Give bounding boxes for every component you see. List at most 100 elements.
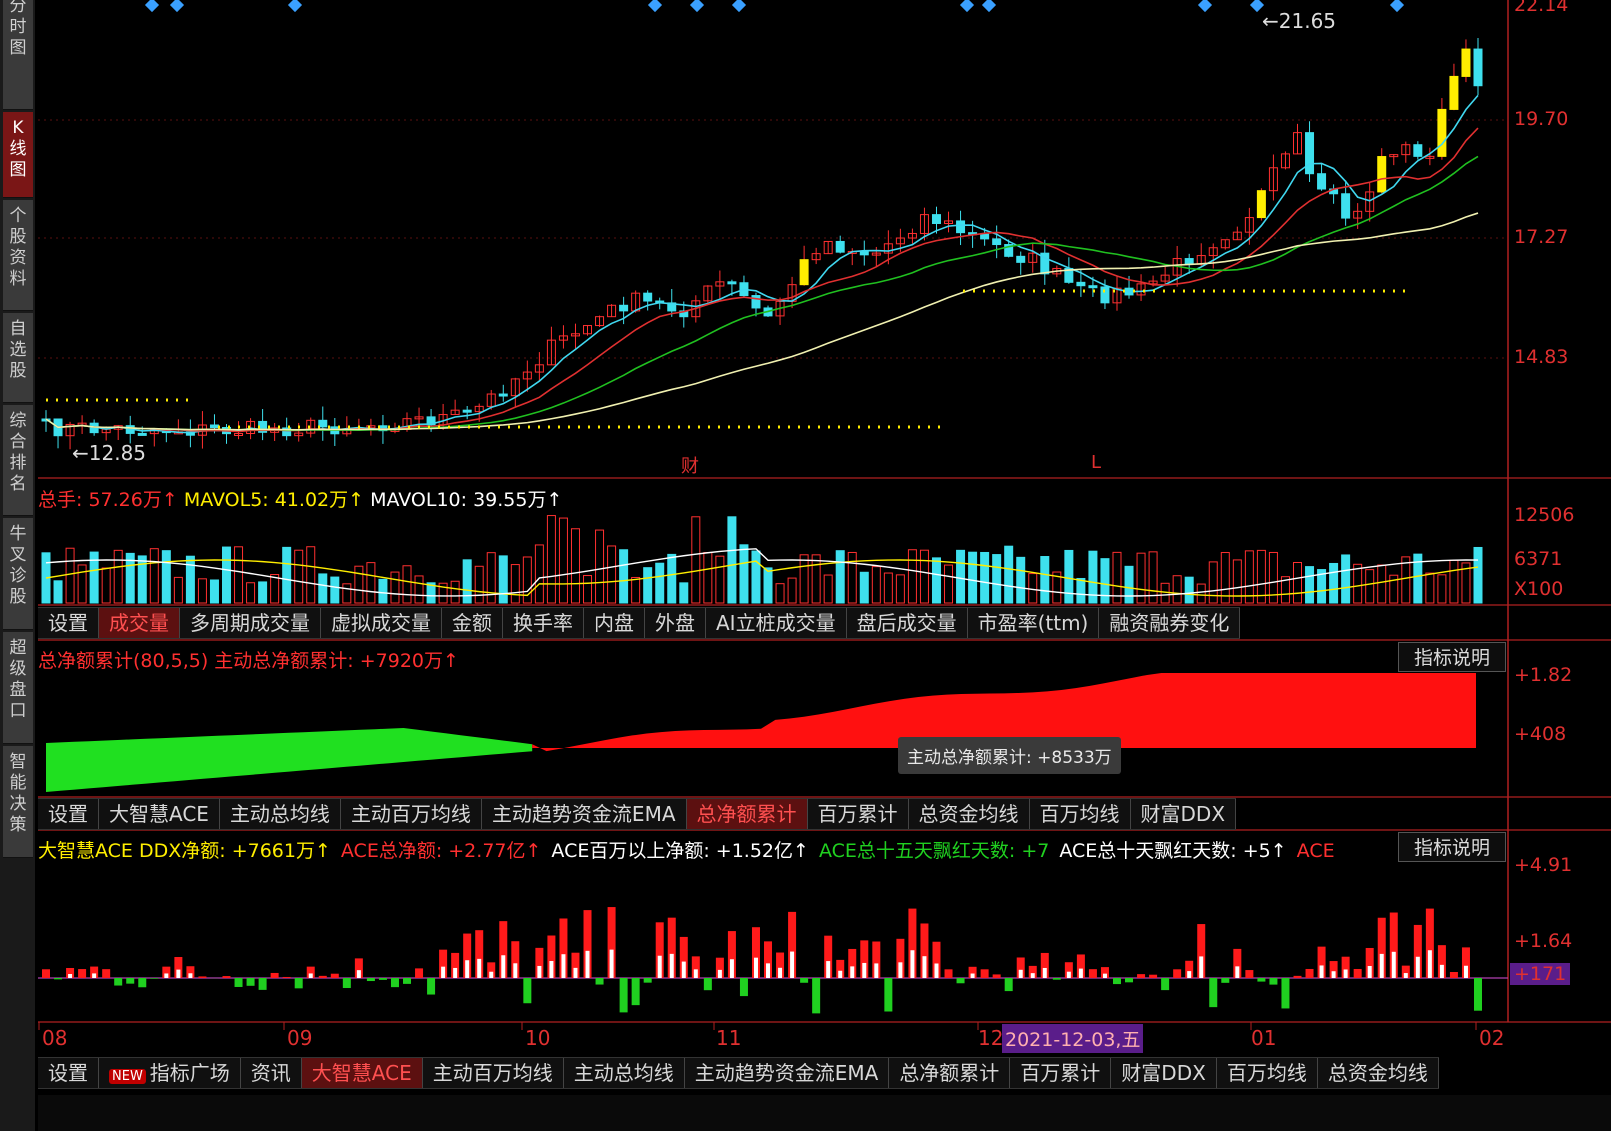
month-label: 08: [42, 1026, 68, 1050]
sidebar-item-0[interactable]: 分时图: [3, 0, 33, 110]
sidebar-item-7[interactable]: 智能决策: [3, 746, 33, 858]
net-tab-7[interactable]: 总资金均线: [909, 799, 1030, 829]
volume-bar: [1425, 572, 1435, 604]
bottom-tab-4[interactable]: 主动百万均线: [423, 1058, 564, 1088]
bottom-tab-2[interactable]: 资讯: [241, 1058, 302, 1088]
volume-bar: [1184, 576, 1194, 604]
volume-bar: [390, 571, 400, 604]
volume-bar: [871, 566, 881, 604]
net-tab-1[interactable]: 大智慧ACE: [99, 799, 220, 829]
tab-label: 盘后成交量: [856, 611, 957, 635]
volume-tab-0[interactable]: 设置: [38, 608, 99, 638]
tab-label: 设置: [48, 802, 88, 826]
volume-tab-3[interactable]: 虚拟成交量: [321, 608, 442, 638]
volume-bar: [246, 582, 256, 604]
bottom-tab-7[interactable]: 总净额累计: [889, 1058, 1011, 1088]
volume-bar: [907, 549, 917, 604]
bottom-tab-10[interactable]: 百万均线: [1217, 1058, 1318, 1088]
ddx-bar: [619, 978, 628, 1013]
event-mark-l[interactable]: L: [1091, 452, 1101, 473]
ddx-million-bar: [164, 973, 169, 978]
ddx-bar: [1004, 978, 1013, 992]
net-tab-5[interactable]: 总净额累计: [686, 799, 808, 829]
candle-body: [1016, 255, 1026, 263]
ddx-million-bar: [898, 962, 903, 978]
ddx-bar: [1125, 978, 1134, 983]
volume-tab-11[interactable]: 融资融券变化: [1099, 608, 1241, 638]
candle-body: [931, 214, 941, 224]
bottom-tab-8[interactable]: 百万累计: [1010, 1058, 1112, 1088]
volume-bar: [1473, 546, 1483, 604]
volume-bar: [859, 571, 869, 604]
net-tab-0[interactable]: 设置: [38, 799, 99, 829]
net-tab-4[interactable]: 主动趋势资金流EMA: [482, 799, 687, 829]
volume-tab-7[interactable]: 外盘: [645, 608, 706, 638]
candle-body: [1076, 281, 1086, 287]
net-tab-9[interactable]: 财富DDX: [1131, 799, 1237, 829]
volume-tab-5[interactable]: 换手率: [503, 608, 584, 638]
price-axis-label: 17.27: [1514, 226, 1569, 248]
ddx-million-bar: [790, 951, 795, 978]
ddx-million-bar: [561, 954, 566, 978]
ddx-million-bar: [1391, 951, 1396, 978]
volume-bar: [1016, 556, 1026, 604]
sidebar-item-1[interactable]: K线图: [3, 112, 33, 198]
ddx-million-bar: [766, 963, 771, 978]
bottom-tab-11[interactable]: 总资金均线: [1318, 1058, 1439, 1088]
tab-label: 百万均线: [1039, 802, 1120, 826]
ddx-bar: [282, 976, 291, 978]
net-axis-label: +408: [1514, 723, 1567, 745]
volume-tab-10[interactable]: 市盈率(ttm): [968, 608, 1100, 638]
volume-bar: [282, 546, 292, 604]
volume-tab-6[interactable]: 内盘: [584, 608, 645, 638]
net-tab-6[interactable]: 百万累计: [808, 799, 909, 829]
bottom-tab-6[interactable]: 主动趋势资金流EMA: [685, 1058, 890, 1088]
ddx-bar: [1281, 978, 1290, 1009]
volume-bar: [149, 548, 159, 604]
sidebar-item-6[interactable]: 超级盘口: [3, 632, 33, 744]
candle-body: [1473, 48, 1483, 87]
bottom-tab-9[interactable]: 财富DDX: [1111, 1058, 1217, 1088]
volume-tab-4[interactable]: 金额: [442, 608, 503, 638]
candle-body: [835, 240, 845, 253]
volume-bar: [402, 565, 412, 604]
candle-body: [137, 432, 147, 436]
volume-tab-2[interactable]: 多周期成交量: [180, 608, 321, 638]
net-tab-8[interactable]: 百万均线: [1030, 799, 1131, 829]
net-tab-3[interactable]: 主动百万均线: [341, 799, 482, 829]
net-tab-2[interactable]: 主动总均线: [220, 799, 341, 829]
volume-bar: [474, 565, 484, 604]
tab-label: 市盈率(ttm): [977, 611, 1089, 635]
ddx-million-bar: [609, 949, 614, 978]
ddx-bar: [631, 978, 640, 1006]
bottom-tab-0[interactable]: 设置: [38, 1058, 99, 1088]
volume-bar: [583, 575, 593, 604]
volume-tab-1[interactable]: 成交量: [99, 608, 180, 638]
ddx-million-bar: [1199, 956, 1204, 978]
finance-event-mark[interactable]: 财: [681, 452, 699, 478]
chart-canvas[interactable]: [38, 0, 1611, 1095]
volume-bar: [498, 555, 508, 604]
sidebar-item-3[interactable]: 自选股: [3, 313, 33, 403]
ddx-million-bar: [669, 953, 674, 978]
volume-tab-8[interactable]: AI立桩成交量: [706, 608, 847, 638]
ddx-million-bar: [838, 970, 843, 978]
ddx-bar: [366, 978, 375, 982]
bottom-tab-1[interactable]: NEW 指标广场: [99, 1058, 241, 1088]
month-label: 11: [716, 1026, 742, 1050]
indicator-explain-button[interactable]: 指标说明: [1398, 832, 1506, 862]
sidebar-item-5[interactable]: 牛叉诊股: [3, 518, 33, 630]
ddx-million-bar: [922, 956, 927, 978]
sidebar-item-4[interactable]: 综合排名: [3, 405, 33, 516]
tab-label: 资讯: [250, 1061, 291, 1085]
bottom-tab-5[interactable]: 主动总均线: [564, 1058, 685, 1088]
ddx-million-bar: [1042, 967, 1047, 978]
volume-bar: [294, 549, 304, 604]
ddx-bar: [427, 978, 436, 995]
bottom-tab-3[interactable]: 大智慧ACE: [301, 1058, 423, 1088]
sidebar-item-2[interactable]: 个股资料: [3, 200, 33, 311]
candle-body: [1305, 132, 1315, 175]
ddx-million-bar: [68, 973, 73, 978]
volume-tab-9[interactable]: 盘后成交量: [847, 608, 968, 638]
indicator-explain-button[interactable]: 指标说明: [1398, 642, 1506, 672]
